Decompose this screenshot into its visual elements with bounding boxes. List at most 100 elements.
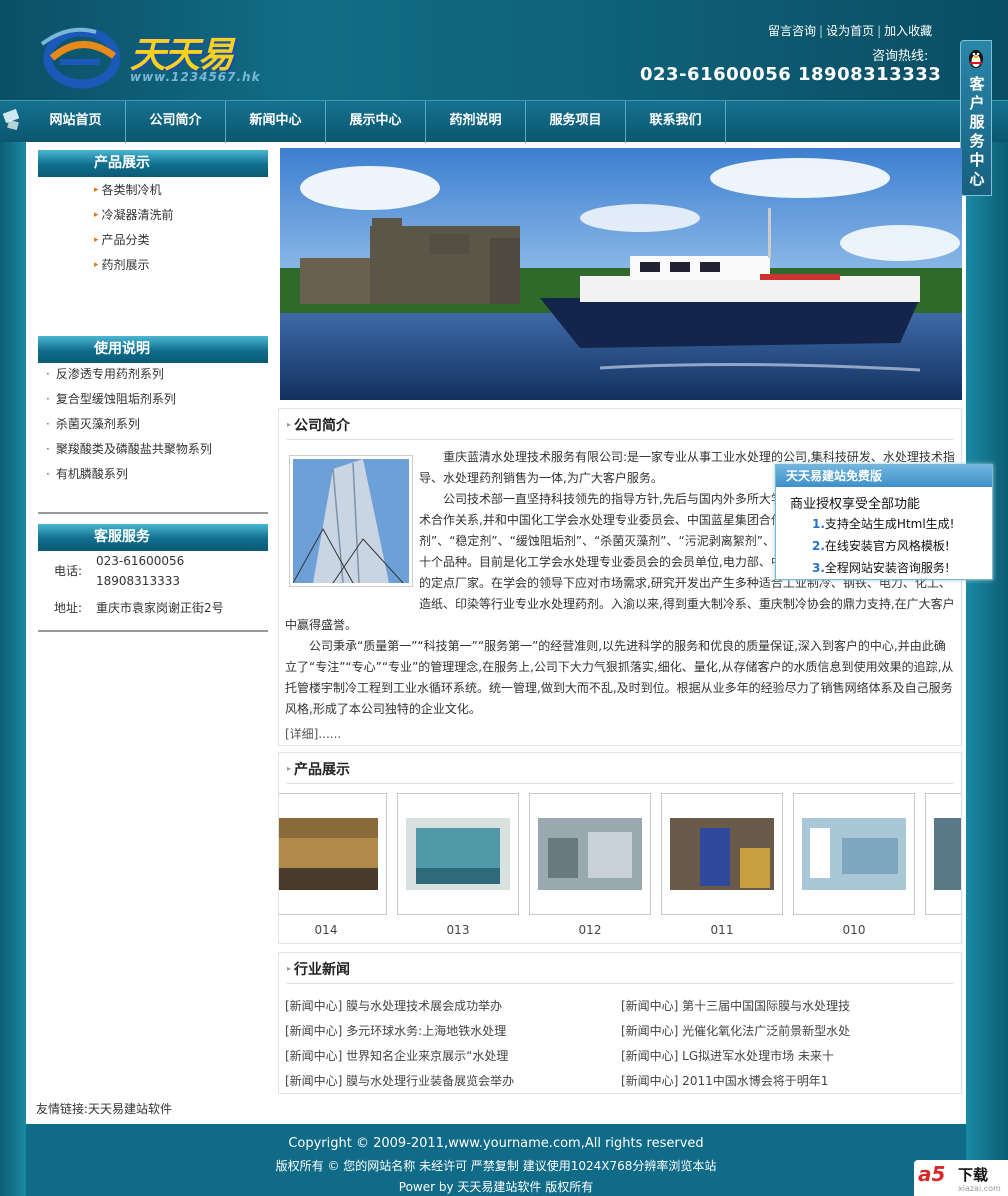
bullet-arrow-icon: ▸ xyxy=(94,210,99,220)
hotline-number: 023-61600056 18908313333 xyxy=(640,64,942,85)
products-section: ▸ 产品展示 014 013 012 011 010 xyxy=(278,752,962,944)
title-arrow-icon: ▸ xyxy=(287,420,292,429)
sidebar-product-label: 冷凝器清洗前 xyxy=(101,208,174,222)
sidebar-usage-item[interactable]: · 聚羧酸类及磷酸盐共聚物系列 xyxy=(46,437,212,462)
footer: Copyright © 2009-2011,www.yourname.com,A… xyxy=(26,1124,966,1196)
phone-number-1: 023-61600056 xyxy=(96,554,185,568)
banner-boat-scene xyxy=(280,148,962,400)
title-arrow-icon: ▸ xyxy=(287,964,292,973)
product-photo xyxy=(670,818,774,890)
nav-chemicals[interactable]: 药剂说明 xyxy=(426,101,526,143)
divider xyxy=(38,630,268,632)
product-card[interactable] xyxy=(529,793,651,915)
product-photo xyxy=(538,818,642,890)
divider xyxy=(287,783,953,784)
product-card[interactable] xyxy=(397,793,519,915)
news-item[interactable]: [新闻中心] 多元环球水务:上海地铁水处理 xyxy=(285,1022,506,1039)
sidebar-product-label: 各类制冷机 xyxy=(101,183,162,197)
customer-service-tab[interactable]: 客户服务中心 xyxy=(960,40,992,196)
sidebar-product-item[interactable]: ▸ 产品分类 xyxy=(94,228,174,253)
news-item[interactable]: [新闻中心] 世界知名企业来京展示“水处理 xyxy=(285,1047,508,1064)
sidebar-usage-item[interactable]: · 复合型缓蚀阻垢剂系列 xyxy=(46,387,212,412)
product-caption: 010 xyxy=(842,923,866,937)
sidebar-products-title: 产品展示 xyxy=(38,150,268,177)
news-item[interactable]: [新闻中心] 膜与水处理技术展会成功举办 xyxy=(285,997,502,1014)
top-links: 留言咨询 | 设为首页 | 加入收藏 xyxy=(768,24,933,38)
news-item[interactable]: [新闻中心] LG拟进军水处理市场 未来十 xyxy=(621,1047,834,1064)
address-value: 重庆市袁家岗谢正街2号 xyxy=(96,601,224,615)
watermark-brand: a5 xyxy=(918,1162,946,1186)
nav-contact[interactable]: 联系我们 xyxy=(626,101,726,143)
product-card[interactable] xyxy=(925,793,961,915)
main-nav: 网站首页 公司简介 新闻中心 展示中心 药剂说明 服务项目 联系我们 xyxy=(0,100,1008,143)
product-caption: 013 xyxy=(446,923,470,937)
popup-item: 2.在线安装官方风格模板! xyxy=(812,537,950,554)
sidebar-product-item[interactable]: ▸ 各类制冷机 xyxy=(94,178,174,203)
bullet-dot-icon: · xyxy=(46,392,50,406)
sidebar-product-item[interactable]: ▸ 冷凝器清洗前 xyxy=(94,203,174,228)
product-photo xyxy=(934,818,961,890)
divider xyxy=(38,512,268,514)
news-item[interactable]: [新闻中心] 2011中国水博会将于明年1 xyxy=(621,1072,828,1089)
sidebar-product-label: 药剂展示 xyxy=(101,258,150,272)
popup-lead: 商业授权享受全部功能 xyxy=(790,497,921,512)
sidebar-usage-label: 反渗透专用药剂系列 xyxy=(55,367,164,381)
sidebar-service-title: 客服服务 xyxy=(38,524,268,551)
intro-more-link[interactable]: [详细]...... xyxy=(285,725,341,742)
popup-title: 天天易建站免费版 xyxy=(776,465,992,487)
site-logo[interactable]: 天天易 www.1234567.hk xyxy=(38,22,278,92)
top-link-message[interactable]: 留言咨询 xyxy=(768,24,816,38)
bullet-dot-icon: · xyxy=(46,467,50,481)
sidebar-product-label: 产品分类 xyxy=(101,233,150,247)
popup-item-number: 2. xyxy=(812,539,825,553)
news-item[interactable]: [新闻中心] 第十三届中国国际膜与水处理技 xyxy=(621,997,850,1014)
product-caption: 014 xyxy=(314,923,338,937)
qq-penguin-icon xyxy=(969,50,983,68)
popup-item: 1.支持全站生成Html生成! xyxy=(812,515,955,532)
footer-rights: 版权所有 © 您的网站名称 未经许可 严禁复制 建议使用1024X768分辨率浏… xyxy=(275,1159,717,1173)
news-item[interactable]: [新闻中心] 光催化氧化法广泛前景新型水处 xyxy=(621,1022,850,1039)
sidebar-usage-item[interactable]: · 反渗透专用药剂系列 xyxy=(46,362,212,387)
products-title-text: 产品展示 xyxy=(294,762,351,778)
popup-item-number: 3. xyxy=(812,561,825,575)
news-title: ▸ 行业新闻 xyxy=(287,959,350,979)
sidebar-usage-item[interactable]: · 有机膦酸系列 xyxy=(46,462,212,487)
popup-item-number: 1. xyxy=(812,517,825,531)
nav-services[interactable]: 服务项目 xyxy=(526,101,626,143)
hotline-label: 咨询热线: xyxy=(872,49,929,64)
friend-links[interactable]: 友情链接:天天易建站软件 xyxy=(36,1100,172,1117)
nav-news[interactable]: 新闻中心 xyxy=(226,101,326,143)
intro-paragraph: 公司秉承“质量第一”“科技第一”“服务第一”的经营准则,以先进科学的服务和优良的… xyxy=(285,639,954,716)
product-card[interactable] xyxy=(661,793,783,915)
intro-title: ▸ 公司简介 xyxy=(287,415,350,435)
top-link-favorite[interactable]: 加入收藏 xyxy=(884,24,932,38)
bullet-arrow-icon: ▸ xyxy=(94,185,99,195)
product-card[interactable] xyxy=(793,793,915,915)
product-photo xyxy=(279,818,378,890)
popup-item: 3.全程网站安装咨询服务! xyxy=(812,559,950,576)
products-title: ▸ 产品展示 xyxy=(287,759,350,779)
logo-e-icon xyxy=(40,27,121,89)
title-arrow-icon: ▸ xyxy=(287,764,292,773)
nav-home[interactable]: 网站首页 xyxy=(26,101,126,143)
news-item[interactable]: [新闻中心] 膜与水处理行业装备展览会举办 xyxy=(285,1072,514,1089)
nav-about[interactable]: 公司简介 xyxy=(126,101,226,143)
product-caption: 011 xyxy=(710,923,734,937)
news-section: ▸ 行业新闻 [新闻中心] 膜与水处理技术展会成功举办 [新闻中心] 多元环球水务… xyxy=(278,952,962,1094)
phone-label: 电话: xyxy=(54,564,83,578)
product-photo xyxy=(406,818,510,890)
popup-item-text: 全程网站安装咨询服务! xyxy=(824,561,950,575)
product-card[interactable] xyxy=(279,793,387,915)
nav-showcase[interactable]: 展示中心 xyxy=(326,101,426,143)
sidebar-product-item[interactable]: ▸ 药剂展示 xyxy=(94,253,174,278)
sidebar-usage-item[interactable]: · 杀菌灭藻剂系列 xyxy=(46,412,212,437)
news-title-text: 行业新闻 xyxy=(294,962,351,978)
popup-item-text: 支持全站生成Html生成! xyxy=(824,517,955,531)
customer-service-label: 客户服务中心 xyxy=(969,75,985,188)
intro-title-text: 公司简介 xyxy=(294,418,351,434)
bullet-dot-icon: · xyxy=(46,367,50,381)
promo-popup[interactable]: 天天易建站免费版 商业授权享受全部功能 1.支持全站生成Html生成! 2.在线… xyxy=(775,464,993,580)
bullet-arrow-icon: ▸ xyxy=(94,260,99,270)
top-link-homepage[interactable]: 设为首页 xyxy=(826,24,874,38)
header: 天天易 www.1234567.hk 留言咨询 | 设为首页 | 加入收藏 咨询热线: … xyxy=(0,0,1008,100)
